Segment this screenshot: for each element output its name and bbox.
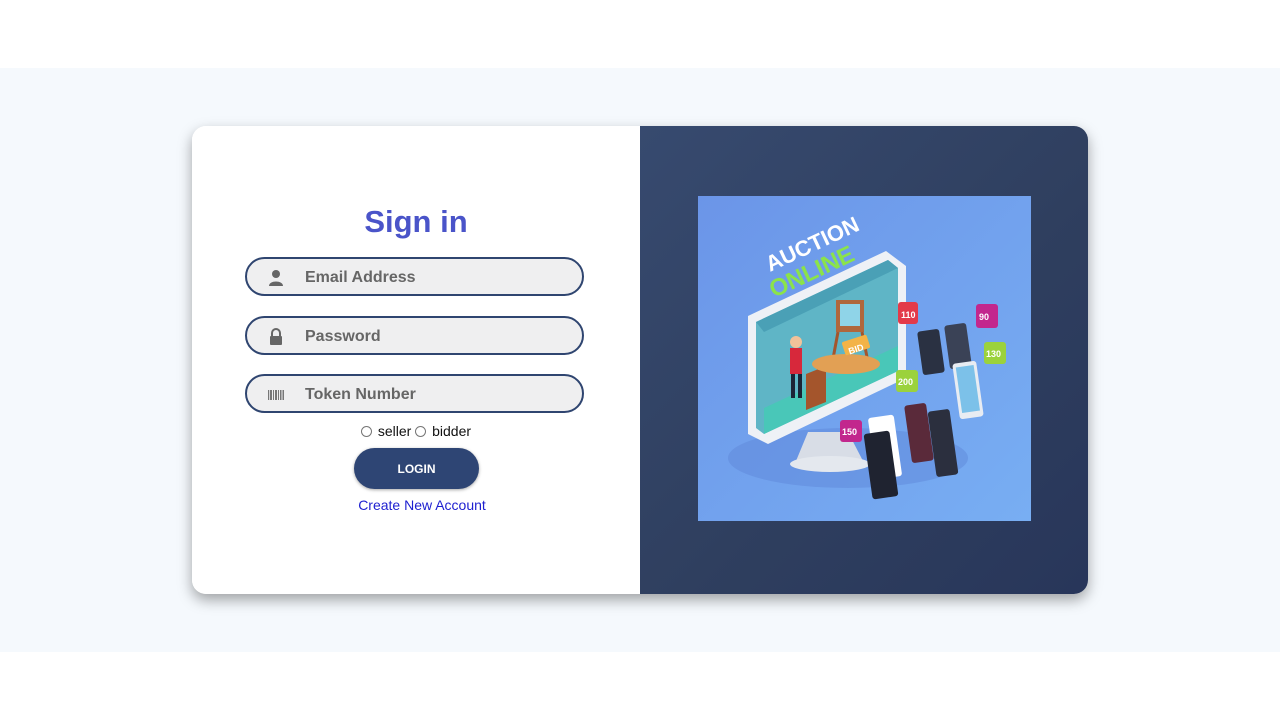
user-icon (269, 270, 283, 286)
create-account-link[interactable]: Create New Account (192, 497, 652, 513)
seller-label: seller (377, 423, 412, 439)
password-field[interactable] (245, 316, 584, 355)
barcode-icon (268, 390, 284, 400)
auction-online-illustration: BID AUCTION ONLINE 110 90 130 200 150 (698, 196, 1031, 521)
auction-illustration-svg: BID AUCTION ONLINE 110 90 130 200 150 (728, 212, 1006, 500)
bid-bubble-1: 110 (901, 310, 916, 320)
signin-title: Sign in (364, 204, 468, 239)
email-input[interactable] (303, 265, 567, 291)
bidder-label: bidder (432, 423, 472, 439)
bid-bubble-4: 200 (898, 377, 913, 387)
signin-form-panel: Sign in Email Address Token Number selle… (192, 126, 640, 594)
role-selector: seller bidder (192, 423, 640, 439)
email-field[interactable] (245, 257, 584, 296)
password-input[interactable] (303, 324, 567, 350)
bidder-radio[interactable] (415, 426, 427, 437)
signin-card: Sign in Email Address Token Number selle… (192, 126, 1088, 594)
token-input[interactable] (303, 382, 567, 408)
seller-radio[interactable] (360, 426, 372, 437)
bid-bubble-3: 130 (986, 349, 1001, 359)
illustration-panel: BID AUCTION ONLINE 110 90 130 200 150 (640, 126, 1088, 594)
lock-icon (270, 328, 282, 345)
bid-bubble-2: 90 (979, 312, 989, 322)
login-button[interactable]: LOGIN (354, 448, 479, 489)
bid-bubble-5: 150 (842, 427, 857, 437)
token-field[interactable] (245, 374, 584, 413)
